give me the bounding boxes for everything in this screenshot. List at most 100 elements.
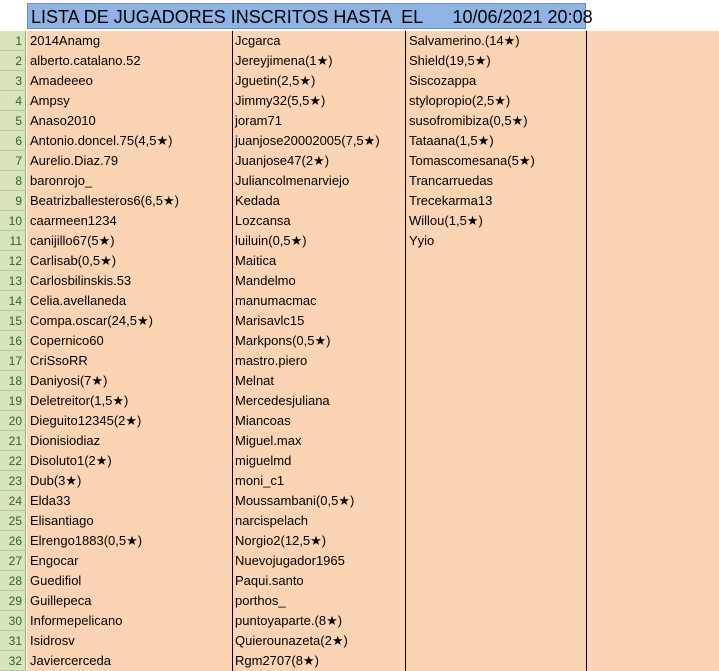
- player-cell[interactable]: Quierounazeta(2★): [232, 631, 405, 651]
- player-cell[interactable]: miguelmd: [232, 451, 405, 471]
- row-header[interactable]: 28: [0, 571, 26, 591]
- player-cell[interactable]: caarmeen1234: [27, 211, 232, 231]
- player-cell[interactable]: susofromibiza(0,5★): [406, 111, 586, 131]
- player-cell[interactable]: Melnat: [232, 371, 405, 391]
- player-cell[interactable]: Ampsy: [27, 91, 232, 111]
- player-cell[interactable]: Nuevojugador1965: [232, 551, 405, 571]
- player-cell[interactable]: canijillo67(5★): [27, 231, 232, 251]
- title-cell[interactable]: LISTA DE JUGADORES INSCRITOS HASTA EL 10…: [27, 3, 593, 29]
- player-cell[interactable]: Jguetin(2,5★): [232, 71, 405, 91]
- player-cell[interactable]: mastro.piero: [232, 351, 405, 371]
- player-cell[interactable]: Jereyjimena(1★): [232, 51, 405, 71]
- player-cell[interactable]: Carlosbilinskis.53: [27, 271, 232, 291]
- player-cell[interactable]: Jimmy32(5,5★): [232, 91, 405, 111]
- player-cell[interactable]: Marisavlc15: [232, 311, 405, 331]
- row-header[interactable]: 15: [0, 311, 26, 331]
- player-cell[interactable]: Rgm2707(8★): [232, 651, 405, 671]
- player-cell[interactable]: Siscozappa: [406, 71, 586, 91]
- player-cell[interactable]: Shield(19,5★): [406, 51, 586, 71]
- row-header[interactable]: 26: [0, 531, 26, 551]
- player-cell[interactable]: Tomascomesana(5★): [406, 151, 586, 171]
- player-cell[interactable]: Markpons(0,5★): [232, 331, 405, 351]
- player-cell[interactable]: joram71: [232, 111, 405, 131]
- player-cell[interactable]: Elrengo1883(0,5★): [27, 531, 232, 551]
- player-cell[interactable]: Tataana(1,5★): [406, 131, 586, 151]
- player-cell[interactable]: Javiercerceda: [27, 651, 232, 671]
- row-header[interactable]: 14: [0, 291, 26, 311]
- player-cell[interactable]: Dieguito12345(2★): [27, 411, 232, 431]
- row-header[interactable]: 5: [0, 111, 26, 131]
- player-cell[interactable]: Guillepeca: [27, 591, 232, 611]
- player-cell[interactable]: Elisantiago: [27, 511, 232, 531]
- player-cell[interactable]: alberto.catalano.52: [27, 51, 232, 71]
- player-cell[interactable]: Deletreitor(1,5★): [27, 391, 232, 411]
- row-header[interactable]: 19: [0, 391, 26, 411]
- player-cell[interactable]: Yyio: [406, 231, 586, 251]
- player-cell[interactable]: porthos_: [232, 591, 405, 611]
- player-cell[interactable]: 2014Anamg: [27, 31, 232, 51]
- row-header[interactable]: 6: [0, 131, 26, 151]
- player-cell[interactable]: CriSsoRR: [27, 351, 232, 371]
- player-cell[interactable]: Miancoas: [232, 411, 405, 431]
- select-all-corner[interactable]: [0, 0, 27, 30]
- player-cell[interactable]: Dionisiodiaz: [27, 431, 232, 451]
- row-header[interactable]: 13: [0, 271, 26, 291]
- player-cell[interactable]: manumacmac: [232, 291, 405, 311]
- row-header[interactable]: 25: [0, 511, 26, 531]
- player-cell[interactable]: Kedada: [232, 191, 405, 211]
- player-cell[interactable]: Juliancolmenarviejo: [232, 171, 405, 191]
- row-header[interactable]: 23: [0, 471, 26, 491]
- player-cell[interactable]: Jcgarca: [232, 31, 405, 51]
- row-header[interactable]: 10: [0, 211, 26, 231]
- player-cell[interactable]: baronrojo_: [27, 171, 232, 191]
- row-header[interactable]: 11: [0, 231, 26, 251]
- player-cell[interactable]: Willou(1,5★): [406, 211, 586, 231]
- player-cell[interactable]: Compa.oscar(24,5★): [27, 311, 232, 331]
- row-header[interactable]: 30: [0, 611, 26, 631]
- row-header[interactable]: 31: [0, 631, 26, 651]
- player-cell[interactable]: Mandelmo: [232, 271, 405, 291]
- row-header[interactable]: 24: [0, 491, 26, 511]
- player-cell[interactable]: Salvamerino.(14★): [406, 31, 586, 51]
- row-header[interactable]: 18: [0, 371, 26, 391]
- player-cell[interactable]: Dub(3★): [27, 471, 232, 491]
- row-header[interactable]: 12: [0, 251, 26, 271]
- row-header[interactable]: 20: [0, 411, 26, 431]
- player-cell[interactable]: Engocar: [27, 551, 232, 571]
- row-header[interactable]: 16: [0, 331, 26, 351]
- player-cell[interactable]: Trancarruedas: [406, 171, 586, 191]
- player-cell[interactable]: Anaso2010: [27, 111, 232, 131]
- player-cell[interactable]: stylopropio(2,5★): [406, 91, 586, 111]
- player-cell[interactable]: Trecekarma13: [406, 191, 586, 211]
- player-cell[interactable]: Aurelio.Diaz.79: [27, 151, 232, 171]
- row-header[interactable]: 1: [0, 31, 26, 51]
- player-cell[interactable]: Copernico60: [27, 331, 232, 351]
- player-cell[interactable]: puntoyaparte.(8★): [232, 611, 405, 631]
- player-cell[interactable]: Miguel.max: [232, 431, 405, 451]
- player-cell[interactable]: Juanjose47(2★): [232, 151, 405, 171]
- player-cell[interactable]: Disoluto1(2★): [27, 451, 232, 471]
- row-header[interactable]: 17: [0, 351, 26, 371]
- row-header[interactable]: 3: [0, 71, 26, 91]
- player-cell[interactable]: juanjose20002005(7,5★): [232, 131, 405, 151]
- player-cell[interactable]: narcispelach: [232, 511, 405, 531]
- player-cell[interactable]: Beatrizballesteros6(6,5★): [27, 191, 232, 211]
- row-header[interactable]: 7: [0, 151, 26, 171]
- player-cell[interactable]: Norgio2(12,5★): [232, 531, 405, 551]
- row-header[interactable]: 2: [0, 51, 26, 71]
- player-cell[interactable]: Guedifiol: [27, 571, 232, 591]
- player-cell[interactable]: Lozcansa: [232, 211, 405, 231]
- player-cell[interactable]: Elda33: [27, 491, 232, 511]
- row-header[interactable]: 21: [0, 431, 26, 451]
- player-cell[interactable]: Amadeeeo: [27, 71, 232, 91]
- player-cell[interactable]: Carlisab(0,5★): [27, 251, 232, 271]
- row-header[interactable]: 9: [0, 191, 26, 211]
- row-header[interactable]: 22: [0, 451, 26, 471]
- player-cell[interactable]: Isidrosv: [27, 631, 232, 651]
- player-cell[interactable]: Celia.avellaneda: [27, 291, 232, 311]
- row-header[interactable]: 32: [0, 651, 26, 671]
- row-header[interactable]: 4: [0, 91, 26, 111]
- row-header[interactable]: 8: [0, 171, 26, 191]
- player-cell[interactable]: Maitica: [232, 251, 405, 271]
- row-header[interactable]: 27: [0, 551, 26, 571]
